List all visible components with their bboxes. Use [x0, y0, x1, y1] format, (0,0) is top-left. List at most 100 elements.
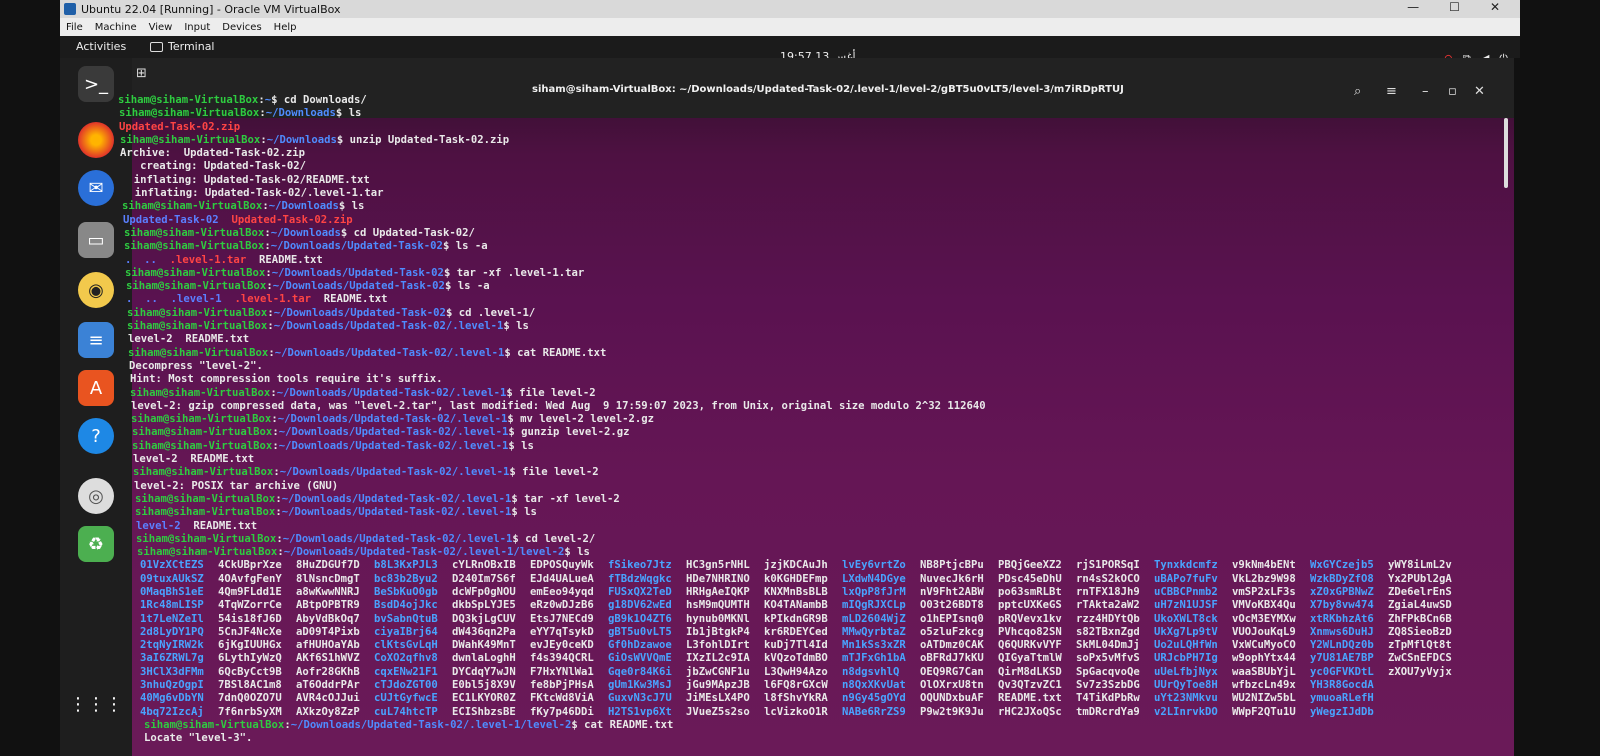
listing-entry: Tynxkdcmfz — [1154, 559, 1218, 572]
listing-entry: UkoXWLT8ck — [1154, 612, 1218, 625]
output-line: level-2 README.txt — [118, 520, 1498, 533]
listing-entry: 8lNsncDmgT — [296, 572, 360, 585]
listing-entry: l8fShvYkRA — [764, 692, 828, 705]
listing-entry: vmSP2xLF3s — [1232, 585, 1296, 598]
directory-listing: 01VzXCtEZS 4CkUBprXze 8HuZDGUf7D b8L3KxPJL3… — [140, 559, 1498, 719]
listing-entry: X7by8vw474 — [1310, 599, 1374, 612]
listing-entry: fe8bPjPHsA — [530, 679, 594, 692]
scrollbar[interactable] — [1504, 118, 1508, 188]
show-apps-icon[interactable]: ⋮⋮⋮ — [69, 686, 123, 722]
listing-entry: v9kNm4bENt — [1232, 559, 1296, 572]
prompt-dollar: $ — [335, 107, 349, 120]
menu-machine[interactable]: Machine — [95, 22, 137, 33]
listing-entry: rnTFX18Jh9 — [1076, 585, 1140, 598]
output-line: . .. .level-1 .level-1.tar README.txt — [118, 293, 1498, 306]
output-text: Archive: Updated-Task-02.zip — [120, 147, 305, 160]
rhythmbox-icon[interactable]: ◉ — [78, 272, 114, 308]
listing-entry: dkbSpLYJE5 — [452, 599, 516, 612]
menu-file[interactable]: File — [66, 22, 83, 33]
listing-entry: README.txt — [998, 692, 1062, 705]
listing-entry: ymuoaRLefH — [1310, 692, 1374, 705]
listing-entry: 09tuxAUkSZ — [140, 572, 204, 585]
listing-entry: kr6RDEYCed — [764, 625, 828, 638]
trash-icon[interactable]: ♻ — [78, 526, 114, 562]
prompt-dollar: $ — [507, 413, 521, 426]
listing-entry: 5CnJF4NcXe — [218, 625, 282, 638]
output-line: Updated-Task-02 Updated-Task-02.zip — [118, 214, 1498, 227]
terminal-dock-icon[interactable]: >_ — [78, 66, 114, 102]
listing-entry: 3nhuQzOgpI — [140, 679, 204, 692]
help-icon[interactable]: ? — [78, 418, 114, 454]
listing-entry: uCBBCPnmb2 — [1154, 585, 1218, 598]
command-text: cd .level-1/ — [458, 306, 536, 319]
listing-entry: po63smRLBt — [998, 585, 1062, 598]
writer-icon[interactable]: ≡ — [78, 322, 114, 358]
listing-entry: l6FQ8rGXcW — [764, 679, 828, 692]
output-text: level-2 README.txt — [133, 453, 255, 466]
prompt-dollar: $ — [508, 426, 522, 439]
listing-entry: GuxvN3cJ7U — [608, 692, 672, 705]
listing-entry: FKtcWd8ViA — [530, 692, 594, 705]
minimize-icon[interactable]: — — [1407, 0, 1419, 14]
prompt-line: siham@siham-VirtualBox:~/Downloads/Updat… — [118, 533, 1498, 546]
prompt-dollar: $ — [442, 240, 456, 253]
listing-entry: n8dgsvhlQ — [842, 665, 900, 678]
listing-entry: k0KGHDEFmp — [764, 572, 828, 585]
command-text: unzip Updated-Task-02.zip — [349, 133, 510, 146]
output-archive: Updated-Task-02.zip — [119, 120, 253, 133]
listing-entry: DWahK49MnT — [452, 639, 516, 652]
listing-entry: bc83b2Byu2 — [374, 572, 438, 585]
listing-entry: OQUNDxbuAF — [920, 692, 984, 705]
listing-entry: aT6OddrPAr — [296, 679, 360, 692]
app-menu[interactable]: Terminal — [150, 40, 215, 53]
output-text: inflating: Updated-Task-02/README.txt — [121, 173, 370, 186]
prompt-user: siham@siham-VirtualBox — [120, 133, 261, 146]
files-icon[interactable]: ▭ — [78, 222, 114, 258]
listing-entry: uBAPo7fuFv — [1154, 572, 1218, 585]
listing-entry: HDe7NHRINO — [686, 572, 750, 585]
activities-button[interactable]: Activities — [76, 40, 126, 53]
listing-entry: Gqe0r84K6i — [608, 665, 672, 678]
software-icon[interactable]: A — [78, 370, 114, 406]
prompt-path: ~/Downloads/Updated-Task-02 — [270, 240, 443, 253]
listing-entry: WzkBDyZfO8 — [1310, 572, 1374, 585]
listing-entry: uYt23NMkvu — [1154, 692, 1218, 705]
new-tab-icon[interactable]: ⊞ — [136, 66, 147, 81]
listing-entry: VxWCuMyoCO — [1232, 639, 1296, 652]
listing-entry: Sv7z3SzbDG — [1076, 679, 1140, 692]
prompt-user: siham@siham-VirtualBox — [132, 439, 273, 452]
listing-entry: Aofr28GKhB — [296, 665, 360, 678]
listing-entry: KNXMnBsBLB — [764, 585, 828, 598]
listing-entry: soPx5vMfvS — [1076, 652, 1140, 665]
listing-entry: Qv3QTzvZC1 — [998, 679, 1062, 692]
close-icon[interactable]: ✕ — [1490, 0, 1500, 14]
terminal-window[interactable]: ⊞ siham@siham-VirtualBox: ~/Downloads/Up… — [118, 58, 1514, 756]
listing-entry: VMVoKBX4Qu — [1232, 599, 1296, 612]
listing-entry: cuL74htcTP — [374, 705, 438, 718]
output-line: level-2 README.txt — [118, 453, 1498, 466]
prompt-path: ~/Downloads/Updated-Task-02/.level-1 — [281, 492, 512, 505]
listing-entry: wfbzcLn49x — [1232, 679, 1296, 692]
prompt-user: siham@siham-VirtualBox — [126, 280, 267, 293]
maximize-icon[interactable]: ☐ — [1449, 0, 1460, 14]
listing-entry: lcVizkoO1R — [764, 705, 828, 718]
menu-view[interactable]: View — [149, 22, 173, 33]
prompt-line: siham@siham-VirtualBox:~/Downloads/Updat… — [118, 506, 1498, 519]
menu-input[interactable]: Input — [184, 22, 210, 33]
terminal-output[interactable]: siham@siham-VirtualBox:~$ cd Downloads/s… — [118, 94, 1498, 746]
listing-entry: lxQpP8fJrM — [842, 585, 906, 598]
prompt-line: siham@siham-VirtualBox:~/Downloads/Updat… — [118, 546, 1498, 559]
listing-entry: cTJdoZGT00 — [374, 679, 438, 692]
firefox-icon[interactable] — [78, 122, 114, 158]
thunderbird-icon[interactable]: ✉ — [78, 170, 114, 206]
listing-entry: emEeo94yqd — [530, 585, 594, 598]
menu-devices[interactable]: Devices — [222, 22, 261, 33]
dvd-icon[interactable]: ◎ — [78, 478, 114, 514]
menu-help[interactable]: Help — [274, 22, 297, 33]
listing-entry: 3HClX3dFMm — [140, 665, 204, 678]
listing-entry: dcWFp0gNOU — [452, 585, 516, 598]
output-text: creating: Updated-Task-02/ — [121, 160, 306, 173]
command-text: ls — [577, 546, 590, 559]
listing-entry: rHC2JXoQSc — [998, 705, 1062, 718]
output-archive: Updated-Task-02.zip — [231, 213, 366, 226]
